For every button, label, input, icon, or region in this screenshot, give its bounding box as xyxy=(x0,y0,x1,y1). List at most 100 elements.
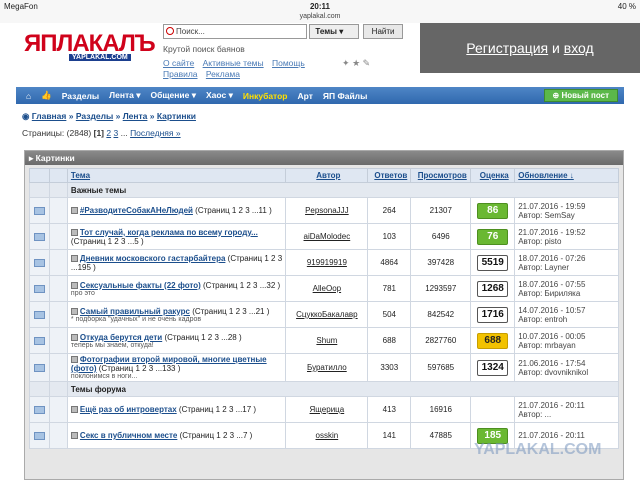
topic-title[interactable]: Сексуальные факты (22 фото) xyxy=(80,281,201,290)
login-link[interactable]: вход xyxy=(564,40,594,56)
topic-cell: Откуда берутся дети (Страниц 1 2 3 ...28… xyxy=(66,327,287,354)
col-replies[interactable]: Ответов xyxy=(367,168,412,183)
author-link[interactable]: aiDaMolodec xyxy=(304,232,351,241)
table-row[interactable]: #РазводитеСобакАНеЛюдей (Страниц 1 2 3 .… xyxy=(29,197,619,224)
topic-pages[interactable]: (Страниц 1 2 3 ...5 ) xyxy=(71,237,144,246)
col-score[interactable]: Оценка xyxy=(470,168,516,183)
table-row[interactable]: Фотографии второй мировой, многие цветны… xyxy=(29,353,619,382)
col-updated[interactable]: Обновление ↓ xyxy=(514,168,619,183)
nav-feed[interactable]: Лента ▾ xyxy=(109,90,140,101)
topic-title[interactable]: Откуда берутся дети xyxy=(80,333,162,342)
link-about[interactable]: О сайте xyxy=(163,58,194,68)
last-author[interactable]: Автор: dvovniknikol xyxy=(518,368,615,377)
replies-cell: 4864 xyxy=(367,249,412,276)
collapse-icon[interactable]: ▸ xyxy=(29,153,36,164)
last-author[interactable]: Автор: ... xyxy=(518,410,615,419)
like-icon[interactable]: 👍 xyxy=(41,90,52,101)
topic-cell: Фотографии второй мировой, многие цветны… xyxy=(66,353,287,382)
topic-pages[interactable]: (Страниц 1 2 3 ...17 ) xyxy=(179,405,256,414)
home-icon[interactable]: ⌂ xyxy=(26,91,31,101)
social-icons[interactable]: ✦ ★ ✎ xyxy=(342,58,370,69)
table-row[interactable]: Тот случай, когда реклама по всему город… xyxy=(29,223,619,250)
new-post-button[interactable]: ⊕ Новый пост xyxy=(543,89,618,102)
author-link[interactable]: AlleOop xyxy=(313,284,341,293)
page-2[interactable]: 2 xyxy=(106,128,111,138)
tag-icon[interactable]: ✎ xyxy=(363,58,371,68)
star-icon[interactable]: ★ xyxy=(352,58,360,68)
author-cell: 919919919 xyxy=(285,249,369,276)
envelope-icon xyxy=(29,353,50,382)
search-button[interactable]: Найти xyxy=(363,23,403,39)
table-row[interactable]: Ещё раз об интровертах (Страниц 1 2 3 ..… xyxy=(29,396,619,423)
author-cell: Буратилло xyxy=(285,353,369,382)
author-link[interactable]: Буратилло xyxy=(307,363,347,372)
col-mark xyxy=(48,168,68,183)
link-help[interactable]: Помощь xyxy=(272,58,305,68)
table-row[interactable]: Самый правильный ракурс (Страниц 1 2 3 .… xyxy=(29,301,619,328)
topic-title[interactable]: Секс в публичном месте xyxy=(80,431,177,440)
nav-sections[interactable]: Разделы xyxy=(62,91,99,101)
topic-title[interactable]: Тот случай, когда реклама по всему город… xyxy=(80,228,258,237)
register-link[interactable]: Регистрация xyxy=(466,40,548,56)
col-views[interactable]: Просмотров xyxy=(410,168,472,183)
link-ads[interactable]: Реклама xyxy=(206,69,240,79)
last-author[interactable]: Автор: SemSay xyxy=(518,211,615,220)
topic-pages[interactable]: (Страниц 1 2 3 ...7 ) xyxy=(180,431,253,440)
topic-pages[interactable]: (Страниц 1 2 3 ...11 ) xyxy=(195,206,272,215)
last-author[interactable]: Автор: entroh xyxy=(518,315,615,324)
table-row[interactable]: Сексуальные факты (22 фото) (Страниц 1 2… xyxy=(29,275,619,302)
nav-chat[interactable]: Общение ▾ xyxy=(151,90,197,101)
link-rules[interactable]: Правила xyxy=(163,69,198,79)
topic-pages[interactable]: (Страниц 1 2 3 ...21 ) xyxy=(192,307,269,316)
nav-incubator[interactable]: Инкубатор xyxy=(243,91,288,101)
col-author[interactable]: Автор xyxy=(285,168,369,183)
topic-title[interactable]: Дневник московского гастарбайтера xyxy=(80,254,226,263)
topic-title[interactable]: Ещё раз об интровертах xyxy=(80,405,177,414)
replies-cell: 3303 xyxy=(367,353,412,382)
table-row[interactable]: Откуда берутся дети (Страниц 1 2 3 ...28… xyxy=(29,327,619,354)
envelope-icon xyxy=(29,327,50,354)
rss-icon[interactable]: ✦ xyxy=(342,58,350,68)
crumb-pictures[interactable]: Картинки xyxy=(157,111,196,121)
author-link[interactable]: PepsonaJJJ xyxy=(305,206,349,215)
nav-chaos[interactable]: Хаос ▾ xyxy=(206,90,233,101)
crumb-home[interactable]: Главная xyxy=(32,111,67,121)
views-cell: 1293597 xyxy=(410,275,472,302)
topic-pages[interactable]: (Страниц 1 2 3 ...32 ) xyxy=(203,281,280,290)
author-link[interactable]: Ящерица xyxy=(310,405,345,414)
nav-art[interactable]: Арт xyxy=(298,91,313,101)
author-link[interactable]: 919919919 xyxy=(307,258,347,267)
topic-mark xyxy=(48,301,68,328)
last-author[interactable]: Автор: mrbayan xyxy=(518,341,615,350)
page-last[interactable]: Последняя » xyxy=(130,128,181,138)
table-row[interactable]: Дневник московского гастарбайтера (Стран… xyxy=(29,249,619,276)
updated-cell: 10.07.2016 - 00:05 Автор: mrbayan xyxy=(514,327,619,354)
topic-pages[interactable]: (Страниц 1 2 3 ...28 ) xyxy=(164,333,241,342)
last-author[interactable]: Автор: pisto xyxy=(518,237,615,246)
author-cell: PepsonaJJJ xyxy=(285,197,369,224)
nav-files[interactable]: ЯП Файлы xyxy=(323,91,367,101)
envelope-icon xyxy=(29,223,50,250)
topic-title[interactable]: Самый правильный ракурс xyxy=(80,307,190,316)
author-link[interactable]: Shum xyxy=(316,336,337,345)
crumb-sections[interactable]: Разделы xyxy=(76,111,113,121)
topic-pages[interactable]: (Страниц 1 2 3 ...133 ) xyxy=(99,364,181,373)
last-author[interactable]: Автор: Бириляка xyxy=(518,289,615,298)
col-topic[interactable]: Тема xyxy=(66,168,287,183)
updated-date: 21.07.2016 - 20:11 xyxy=(518,431,585,440)
last-author[interactable]: Автор: Layner xyxy=(518,263,615,272)
score-cell: 86 xyxy=(470,197,516,224)
topic-title[interactable]: #РазводитеСобакАНеЛюдей xyxy=(80,206,193,215)
search-input[interactable]: Поиск... xyxy=(163,23,308,39)
author-link[interactable]: СцуккоБакалавр xyxy=(296,310,358,319)
author-cell: osskin xyxy=(285,422,369,449)
author-link[interactable]: osskin xyxy=(316,431,339,440)
page-3[interactable]: 3 xyxy=(113,128,118,138)
site-logo[interactable]: ЯПЛАКАЛЪ YAPLAKAL.COM xyxy=(24,30,156,61)
link-active-topics[interactable]: Активные темы xyxy=(203,58,264,68)
crumb-feed[interactable]: Лента xyxy=(123,111,148,121)
image-icon xyxy=(70,406,78,414)
views-cell: 6496 xyxy=(410,223,472,250)
search-type-select[interactable]: Темы ▾ xyxy=(309,23,360,39)
url-bar[interactable]: yaplakal.com xyxy=(0,13,640,23)
